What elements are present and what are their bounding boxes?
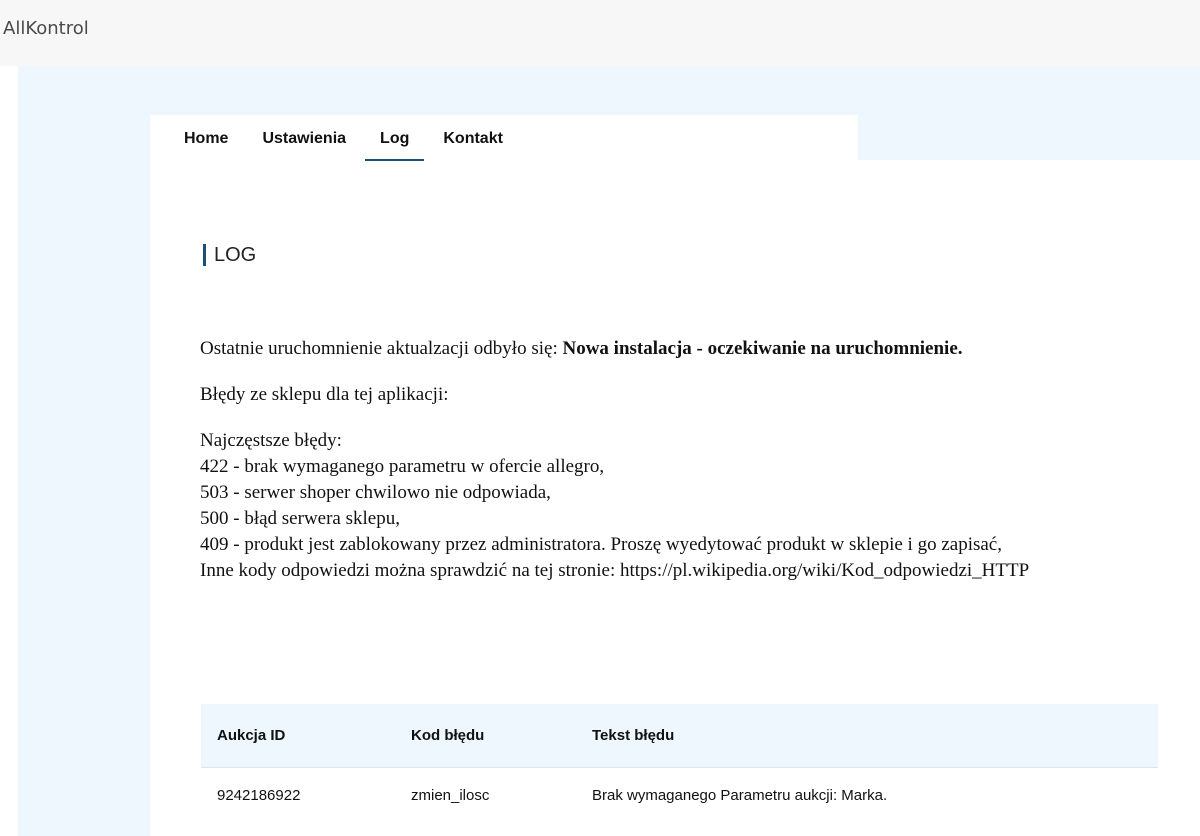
cell-error-code: zmien_ilosc (411, 786, 490, 804)
cell-error-text: Brak wymaganego Parametru aukcji: Marka. (592, 786, 888, 804)
last-run-prefix: Ostatnie uruchomnienie aktualzacji odbył… (200, 338, 563, 359)
common-error-item: 503 - serwer shoper chwilowo nie odpowia… (200, 482, 551, 503)
common-error-item: 500 - błąd serwera sklepu, (200, 508, 400, 529)
app-title: AllKontrol (3, 18, 89, 39)
tab-log[interactable]: Log (363, 115, 426, 161)
tab-home[interactable]: Home (167, 115, 245, 160)
section-title: LOG (203, 242, 256, 268)
page-title: LOG (214, 243, 257, 266)
cell-auction-id: 9242186922 (217, 786, 301, 804)
column-header-error-text: Tekst błędu (576, 704, 1158, 768)
column-header-auction-id: Aukcja ID (201, 704, 395, 768)
common-error-item: 409 - produkt jest zablokowany przez adm… (200, 534, 1002, 555)
main-nav: Home Ustawienia Log Kontakt (167, 115, 520, 161)
column-header-error-code: Kod błędu (395, 704, 576, 768)
errors-intro: Błędy ze sklepu dla tej aplikacji: (200, 384, 449, 405)
common-error-item: Inne kody odpowiedzi można sprawdzić na … (200, 560, 1030, 581)
top-bar: AllKontrol (0, 0, 1200, 66)
table-header-row: Aukcja ID Kod błędu Tekst błędu (201, 704, 1158, 768)
errors-table: Aukcja ID Kod błędu Tekst błędu 92421869… (201, 704, 1158, 822)
table-row: 9242186922 zmien_ilosc Brak wymaganego P… (201, 768, 1158, 823)
log-content: Ostatnie uruchomnienie aktualzacji odbył… (200, 336, 1160, 584)
common-errors: Najczęstsze błędy: 422 - brak wymaganego… (200, 428, 1160, 584)
title-accent-bar (203, 244, 206, 266)
common-error-item: 422 - brak wymaganego parametru w oferci… (200, 456, 605, 477)
last-run-info: Ostatnie uruchomnienie aktualzacji odbył… (200, 336, 1160, 362)
tabbar-fill (858, 115, 1200, 160)
common-errors-title: Najczęstsze błędy: (200, 430, 342, 451)
tab-settings[interactable]: Ustawienia (245, 115, 363, 160)
last-run-status: Nowa instalacja - oczekiwanie na uruchom… (562, 338, 963, 359)
tab-contact[interactable]: Kontakt (426, 115, 520, 160)
